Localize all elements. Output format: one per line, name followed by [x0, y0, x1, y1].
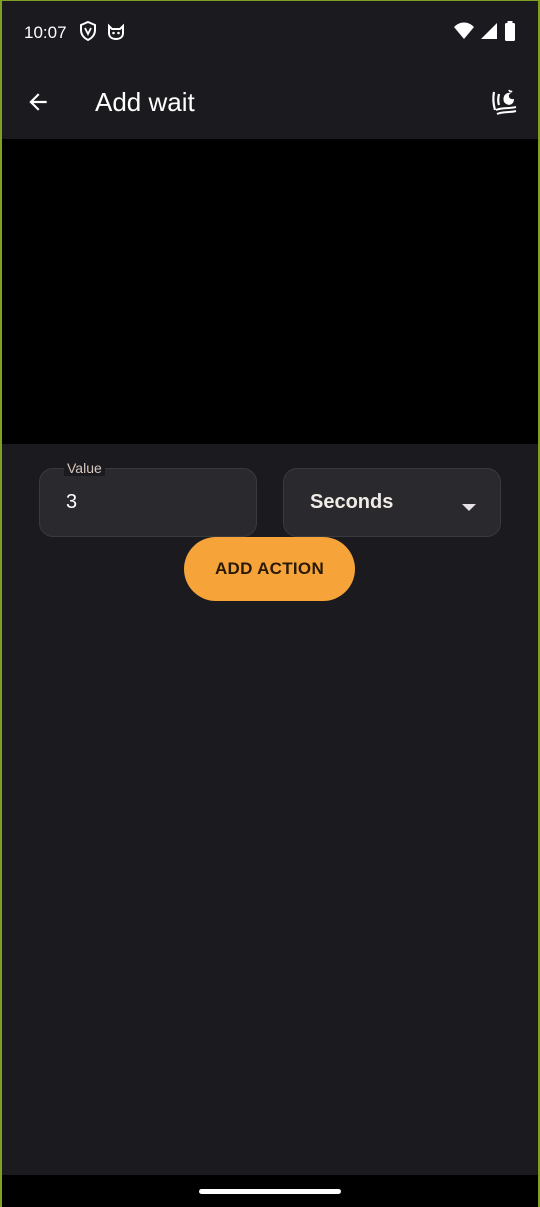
- cell-signal-icon: [480, 22, 498, 45]
- wait-form: Value 3 Seconds ADD ACTION: [2, 444, 538, 1175]
- cat-face-icon: [107, 22, 125, 45]
- status-right-icons: [454, 20, 516, 46]
- dropdown-arrow-icon: [462, 499, 476, 517]
- value-field-label: Value: [64, 460, 105, 476]
- app-bar: Add wait: [2, 65, 538, 139]
- status-left-icons: [79, 20, 125, 46]
- battery-icon: [504, 20, 516, 46]
- preview-area: [2, 139, 538, 444]
- page-title: Add wait: [95, 86, 195, 117]
- arrow-back-icon: [29, 93, 47, 111]
- unit-dropdown[interactable]: Seconds: [283, 468, 501, 537]
- gallery-icon: [492, 89, 517, 115]
- phone-frame: 10:07 Add wait Value 3 Seconds ADD ACTIO…: [0, 0, 540, 1207]
- unit-selected-value: Seconds: [310, 491, 394, 513]
- value-input[interactable]: 3: [66, 491, 77, 514]
- value-field[interactable]: Value 3: [39, 460, 257, 537]
- vpn-shield-icon: [79, 20, 97, 46]
- navigation-bar: [2, 1175, 538, 1207]
- gallery-button[interactable]: [480, 78, 528, 126]
- status-time: 10:07: [24, 23, 67, 42]
- status-bar: 10:07: [2, 1, 538, 65]
- back-button[interactable]: [14, 78, 62, 126]
- wifi-icon: [454, 22, 474, 45]
- home-gesture-handle[interactable]: [199, 1188, 341, 1194]
- add-action-button[interactable]: ADD ACTION: [184, 537, 355, 601]
